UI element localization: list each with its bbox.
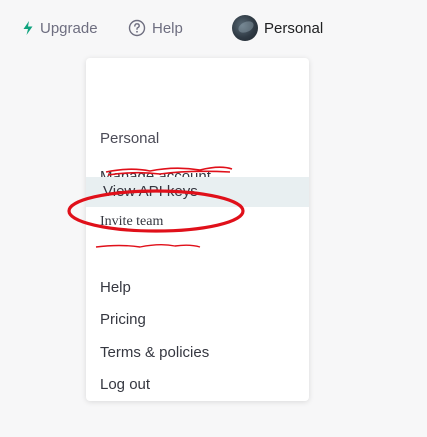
terms-policies-item[interactable]: Terms & policies (100, 344, 209, 361)
help-item[interactable]: Help (100, 279, 131, 296)
help-button[interactable]: Help (128, 16, 183, 40)
log-out-item[interactable]: Log out (100, 376, 150, 393)
help-label: Help (152, 19, 183, 37)
pricing-item[interactable]: Pricing (100, 311, 146, 328)
help-circle-icon (128, 19, 146, 37)
account-button[interactable]: Personal (232, 15, 324, 41)
bolt-icon (22, 20, 34, 36)
upgrade-button[interactable]: Upgrade (22, 16, 98, 40)
account-dropdown-menu: Personal Manage account View API keys In… (86, 58, 309, 401)
view-api-keys-item[interactable]: View API keys (86, 177, 309, 207)
top-bar: Upgrade Help Personal (0, 0, 427, 56)
account-label: Personal (264, 19, 324, 37)
upgrade-label: Upgrade (40, 19, 98, 37)
invite-team-item[interactable]: Invite team (100, 214, 163, 230)
menu-heading: Personal (100, 130, 160, 147)
avatar (232, 15, 258, 41)
view-api-keys-label: View API keys (103, 183, 198, 200)
